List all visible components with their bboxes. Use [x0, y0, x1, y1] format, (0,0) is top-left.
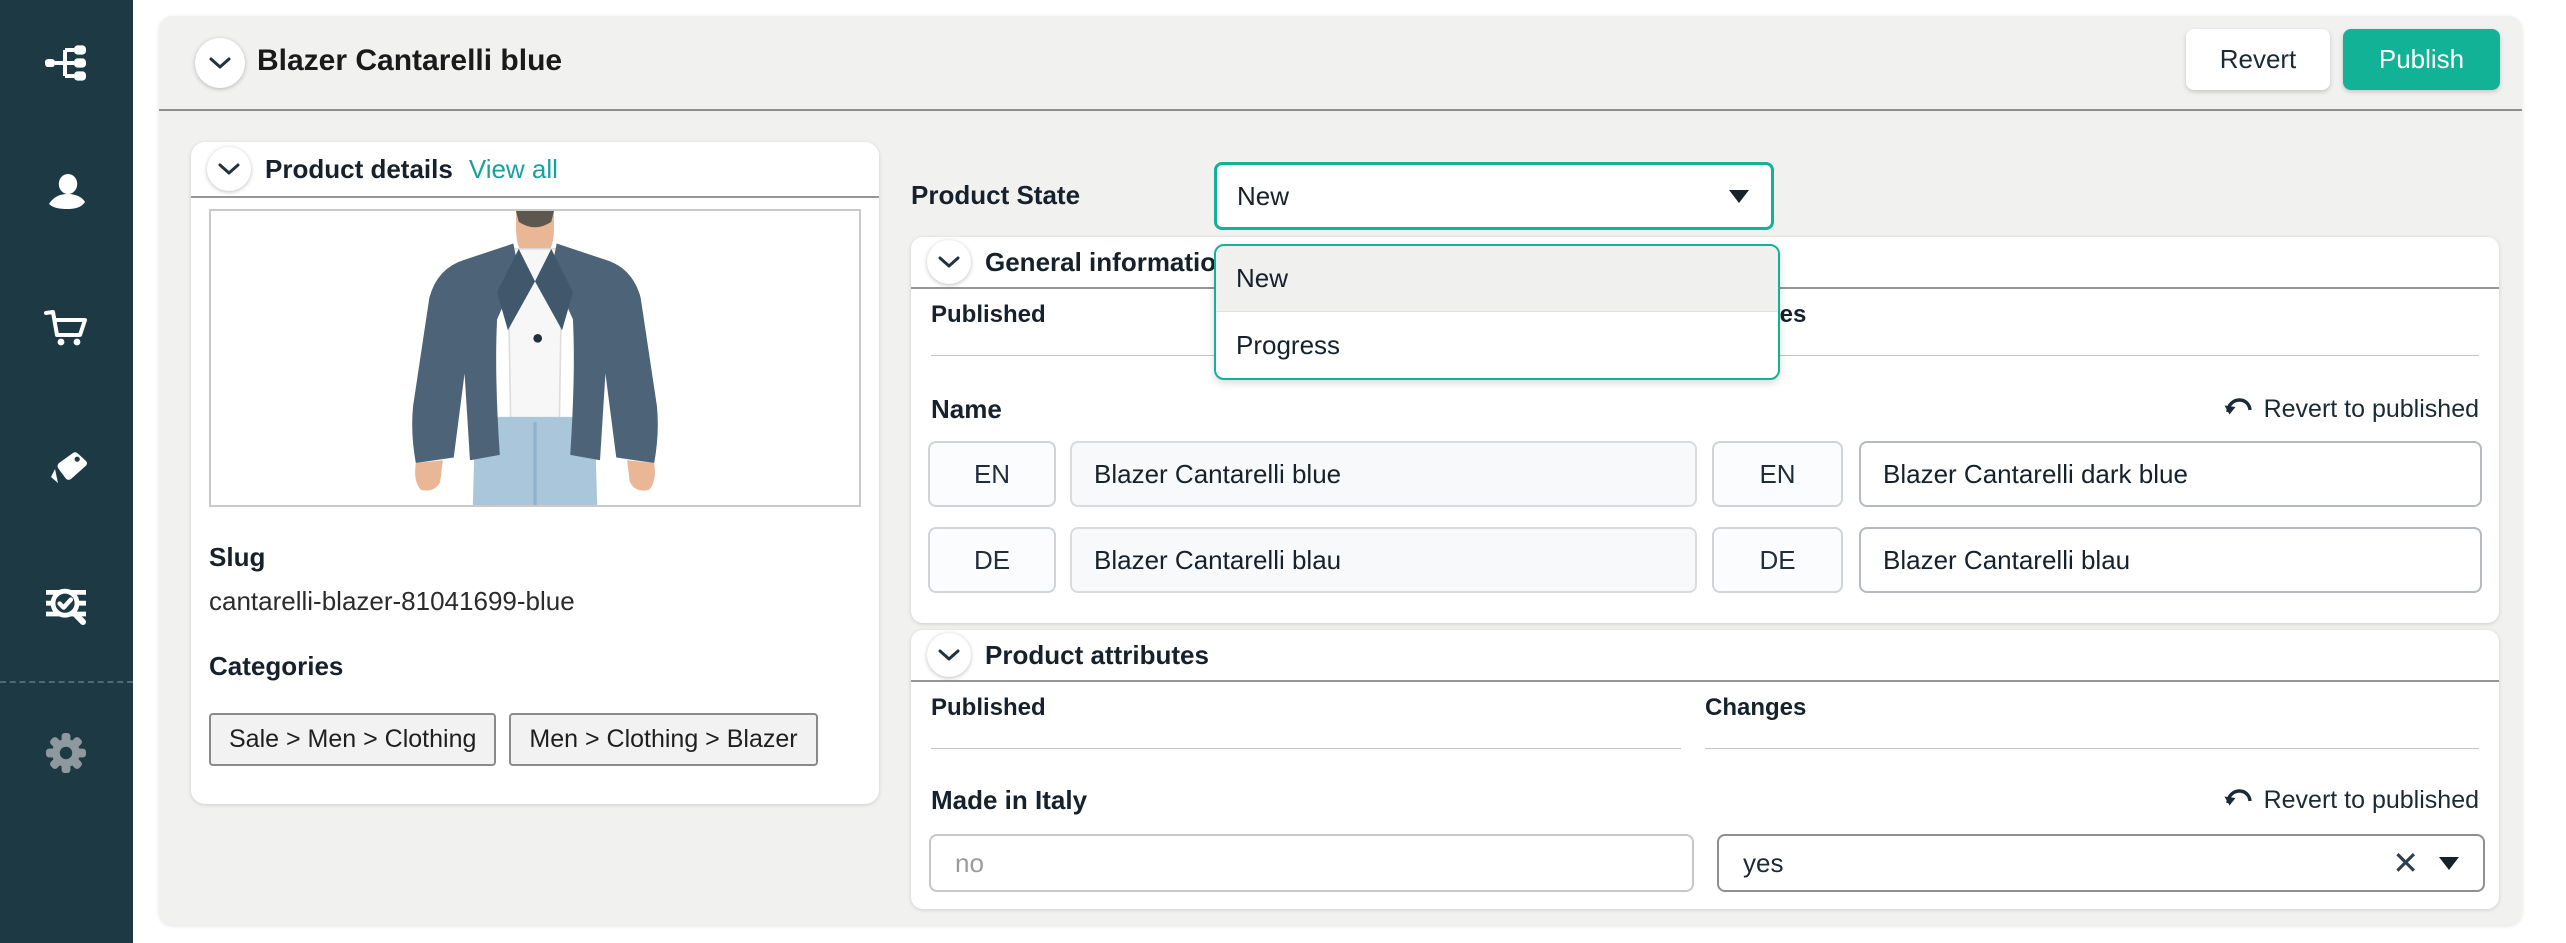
locale-chip: DE — [928, 527, 1056, 593]
changes-made-in-italy-select[interactable]: yes ✕ — [1717, 834, 2485, 892]
made-in-italy-value: yes — [1743, 848, 2392, 879]
product-image — [209, 209, 861, 507]
app-window: Blazer Cantarelli blue Revert Publish Pr… — [0, 0, 2566, 943]
chevron-down-icon — [218, 163, 240, 175]
slug-label: Slug — [209, 542, 265, 573]
product-details-title: Product details — [265, 154, 453, 185]
revert-to-published-link[interactable]: Revert to published — [2224, 395, 2479, 424]
blazer-photo-illustration — [237, 211, 833, 507]
product-details-panel: Product details View all — [191, 142, 879, 804]
product-state-value: New — [1237, 181, 1729, 212]
right-column: Product State New New Progress General i… — [911, 142, 2499, 912]
published-name-en-input: Blazer Cantarelli blue — [1070, 441, 1697, 507]
product-review-search-icon[interactable] — [42, 582, 90, 630]
made-in-italy-label: Made in Italy — [931, 785, 1087, 816]
changes-column-header: Changes — [1705, 301, 2479, 356]
slug-value: cantarelli-blazer-81041699-blue — [209, 586, 575, 617]
caret-down-icon — [2439, 857, 2459, 870]
locale-chip: EN — [1712, 441, 1843, 507]
clear-value-icon[interactable]: ✕ — [2392, 844, 2419, 882]
published-column-header: Published — [931, 694, 1681, 749]
sidebar — [0, 0, 133, 943]
caret-down-icon — [1729, 190, 1749, 203]
chevron-down-icon — [938, 649, 960, 661]
sidebar-divider — [0, 681, 133, 683]
products-tags-icon[interactable] — [42, 444, 90, 492]
page-header: Blazer Cantarelli blue Revert Publish — [159, 16, 2522, 111]
product-details-header: Product details View all — [191, 142, 879, 198]
undo-arrow-icon — [2224, 787, 2254, 813]
category-chip[interactable]: Sale > Men > Clothing — [209, 713, 496, 766]
categories-tree-icon[interactable] — [42, 39, 90, 87]
orders-cart-icon[interactable] — [42, 303, 90, 351]
undo-arrow-icon — [2224, 396, 2254, 422]
page-title: Blazer Cantarelli blue — [257, 44, 562, 78]
name-row-de: DE Blazer Cantarelli blau DE Blazer Cant… — [928, 527, 2482, 593]
product-detail-page: Blazer Cantarelli blue Revert Publish Pr… — [159, 16, 2522, 925]
view-all-link[interactable]: View all — [469, 154, 558, 185]
dropdown-option-new[interactable]: New — [1216, 246, 1778, 312]
categories-list: Sale > Men > Clothing Men > Clothing > B… — [209, 713, 818, 766]
name-row-en: EN Blazer Cantarelli blue EN Blazer Cant… — [928, 441, 2482, 507]
revert-button[interactable]: Revert — [2186, 29, 2330, 90]
revert-to-published-link[interactable]: Revert to published — [2224, 786, 2479, 815]
product-state-dropdown: New Progress — [1214, 244, 1780, 380]
categories-label: Categories — [209, 651, 343, 682]
name-field-row: Name Revert to published — [931, 387, 2479, 431]
chevron-down-icon — [938, 256, 960, 268]
changes-name-en-input[interactable]: Blazer Cantarelli dark blue — [1859, 441, 2482, 507]
category-chip[interactable]: Men > Clothing > Blazer — [509, 713, 817, 766]
general-information-title: General information — [985, 247, 1232, 278]
product-details-collapse-button[interactable] — [207, 147, 251, 191]
product-attributes-collapse-button[interactable] — [927, 633, 971, 677]
product-attributes-section: Product attributes Published Changes Mad… — [911, 630, 2499, 909]
locale-chip: EN — [928, 441, 1056, 507]
changes-name-de-input[interactable]: Blazer Cantarelli blau — [1859, 527, 2482, 593]
product-attributes-header: Product attributes — [911, 630, 2499, 682]
changes-column-header: Changes — [1705, 694, 2479, 749]
dropdown-option-progress[interactable]: Progress — [1216, 312, 1778, 378]
made-in-italy-inputs: no yes ✕ — [929, 834, 2485, 892]
published-made-in-italy-input: no — [929, 834, 1694, 892]
publish-button[interactable]: Publish — [2343, 29, 2500, 90]
product-state-label: Product State — [911, 180, 1080, 211]
published-name-de-input: Blazer Cantarelli blau — [1070, 527, 1697, 593]
page-collapse-button[interactable] — [195, 38, 245, 88]
customers-icon[interactable] — [42, 169, 90, 217]
product-state-select[interactable]: New — [1214, 162, 1774, 230]
settings-gear-icon[interactable] — [42, 729, 90, 777]
locale-chip: DE — [1712, 527, 1843, 593]
product-attributes-title: Product attributes — [985, 640, 1209, 671]
name-field-label: Name — [931, 394, 1002, 425]
general-information-collapse-button[interactable] — [927, 240, 971, 284]
localized-name-grid: EN Blazer Cantarelli blue EN Blazer Cant… — [928, 441, 2482, 613]
made-in-italy-row: Made in Italy Revert to published — [931, 778, 2479, 822]
chevron-down-icon — [209, 57, 231, 69]
